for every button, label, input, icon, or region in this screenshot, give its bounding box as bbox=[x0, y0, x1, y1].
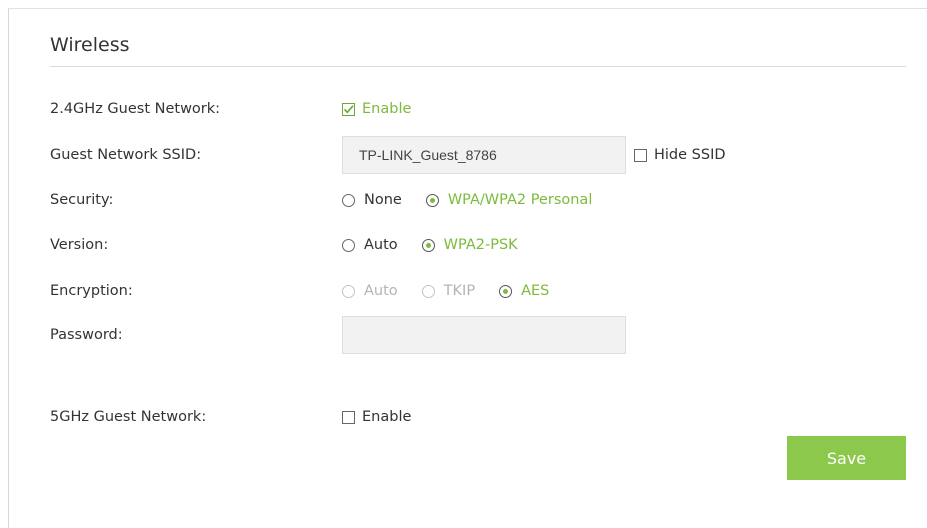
password-row: Password: bbox=[0, 315, 927, 355]
guest5-enable-label: Enable bbox=[362, 409, 412, 425]
encryption-option-auto[interactable]: Auto bbox=[342, 283, 398, 299]
guest24-enable-label: Enable bbox=[362, 101, 412, 117]
version-row: Version: Auto WPA2-PSK bbox=[0, 225, 927, 265]
section-divider bbox=[50, 66, 906, 67]
section-title: Wireless bbox=[50, 34, 130, 56]
encryption-aes-label: AES bbox=[521, 283, 550, 299]
checkbox-checked-icon[interactable] bbox=[342, 102, 355, 116]
encryption-option-tkip[interactable]: TKIP bbox=[421, 283, 476, 299]
hide-ssid-checkbox[interactable]: Hide SSID bbox=[634, 147, 726, 163]
password-input[interactable] bbox=[342, 316, 626, 354]
encryption-auto-label: Auto bbox=[364, 283, 398, 299]
encryption-row: Encryption: Auto TKIP AES bbox=[0, 271, 927, 311]
guest24-label: 2.4GHz Guest Network: bbox=[50, 101, 221, 117]
radio-selected-icon[interactable] bbox=[421, 238, 435, 252]
ssid-input[interactable] bbox=[342, 136, 626, 174]
checkbox-icon[interactable] bbox=[634, 148, 647, 162]
version-auto-label: Auto bbox=[364, 237, 398, 253]
version-option-wpa2psk[interactable]: WPA2-PSK bbox=[421, 237, 518, 253]
version-wpa2psk-label: WPA2-PSK bbox=[443, 237, 518, 253]
encryption-label: Encryption: bbox=[50, 283, 133, 299]
security-none-label: None bbox=[364, 192, 402, 208]
hide-ssid-label: Hide SSID bbox=[654, 147, 726, 163]
radio-selected-icon[interactable] bbox=[425, 193, 439, 207]
radio-icon[interactable] bbox=[342, 238, 355, 252]
version-label: Version: bbox=[50, 237, 109, 253]
guest5-enable-checkbox[interactable]: Enable bbox=[342, 409, 411, 425]
encryption-option-aes[interactable]: AES bbox=[499, 283, 549, 299]
encryption-tkip-label: TKIP bbox=[443, 283, 476, 299]
radio-disabled-icon[interactable] bbox=[342, 284, 355, 298]
radio-icon[interactable] bbox=[342, 193, 355, 207]
version-option-auto[interactable]: Auto bbox=[342, 237, 398, 253]
ssid-label: Guest Network SSID: bbox=[50, 147, 202, 163]
save-button[interactable]: Save bbox=[787, 436, 906, 480]
security-row: Security: None WPA/WPA2 Personal bbox=[0, 180, 927, 220]
guest5-label: 5GHz Guest Network: bbox=[50, 409, 207, 425]
guest5-row: 5GHz Guest Network: Enable bbox=[0, 397, 927, 437]
security-label: Security: bbox=[50, 192, 114, 208]
security-wpa-label: WPA/WPA2 Personal bbox=[447, 192, 593, 208]
password-label: Password: bbox=[50, 327, 123, 343]
security-option-wpa[interactable]: WPA/WPA2 Personal bbox=[425, 192, 593, 208]
ssid-row: Guest Network SSID: Hide SSID bbox=[0, 135, 927, 175]
radio-selected-icon[interactable] bbox=[499, 284, 513, 298]
radio-disabled-icon[interactable] bbox=[421, 284, 435, 298]
guest24-row: 2.4GHz Guest Network: Enable bbox=[0, 89, 927, 129]
security-option-none[interactable]: None bbox=[342, 192, 402, 208]
guest24-enable-checkbox[interactable]: Enable bbox=[342, 101, 411, 117]
checkbox-icon[interactable] bbox=[342, 410, 355, 424]
